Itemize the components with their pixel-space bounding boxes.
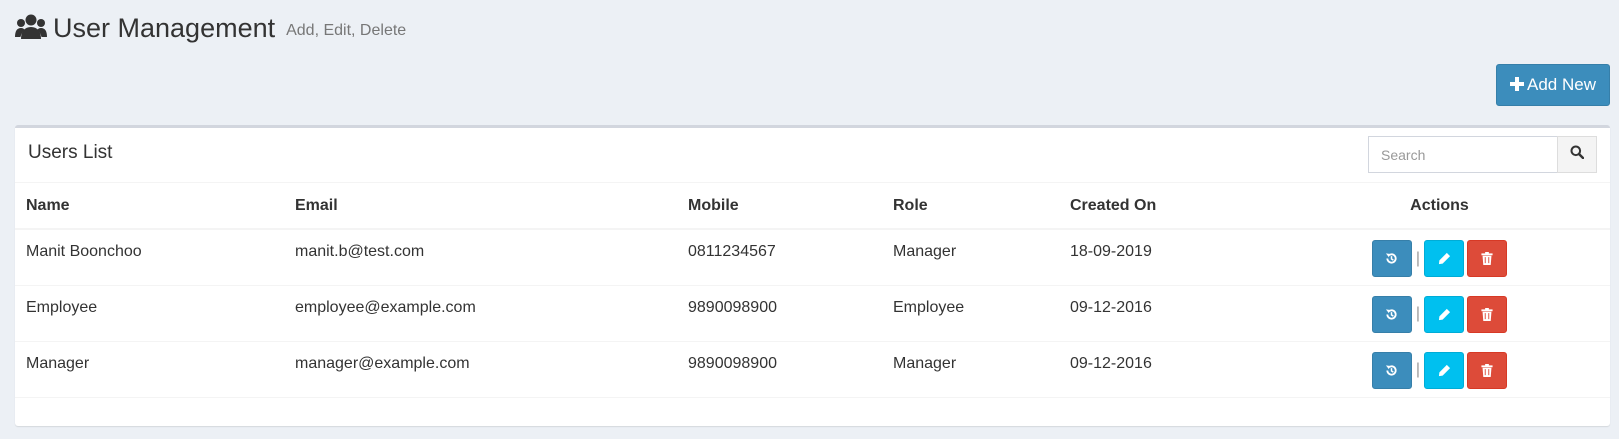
search-input[interactable] [1368,136,1557,173]
delete-button[interactable] [1467,351,1508,389]
cell-created-on: 09-12-2016 [1059,285,1269,342]
search-button[interactable] [1557,136,1597,173]
page-title: User Management [53,12,276,43]
action-separator: | [1415,249,1421,267]
reset-password-button[interactable] [1371,351,1412,389]
users-list-box: Users List Name Email Mobile Role Create… [15,125,1610,426]
cell-actions: | [1269,229,1610,286]
history-icon [1386,308,1398,320]
users-icon [15,12,47,44]
cell-role: Manager [882,341,1059,398]
trash-icon [1481,363,1493,377]
column-header-name: Name [15,183,284,230]
delete-button[interactable] [1467,240,1508,277]
search-icon [1570,145,1585,164]
table-row: Manit Boonchoo manit.b@test.com 08112345… [15,229,1610,286]
edit-button[interactable] [1424,295,1465,333]
add-new-label: Add New [1527,75,1596,94]
cell-name: Employee [15,285,284,342]
column-header-email: Email [284,183,677,230]
action-separator: | [1415,305,1421,322]
column-header-mobile: Mobile [677,183,882,230]
cell-mobile: 9890098900 [677,341,882,398]
table-row: Manager manager@example.com 9890098900 M… [15,341,1610,398]
cell-created-on: 09-12-2016 [1059,341,1269,398]
cell-actions: | [1269,285,1610,342]
box-title: Users List [28,142,113,163]
cell-email: manager@example.com [284,341,677,398]
column-header-role: Role [882,183,1059,230]
users-table: Name Email Mobile Role Created On Action… [15,183,1610,398]
column-header-actions: Actions [1269,183,1610,230]
page-subtitle: Add, Edit, Delete [286,22,407,39]
trash-icon [1481,307,1493,321]
search-group [1368,136,1597,173]
cell-mobile: 9890098900 [677,285,882,342]
reset-password-button[interactable] [1371,295,1412,333]
cell-mobile: 0811234567 [677,229,882,286]
edit-button[interactable] [1424,351,1465,389]
history-icon [1386,364,1398,376]
plus-icon [1510,75,1524,95]
action-separator: | [1415,361,1421,378]
delete-button[interactable] [1467,295,1508,333]
column-header-created-on: Created On [1059,183,1269,230]
cell-name: Manager [15,341,284,398]
cell-actions: | [1269,341,1610,398]
table-header-row: Name Email Mobile Role Created On Action… [15,183,1610,230]
cell-name: Manit Boonchoo [15,229,284,286]
edit-button[interactable] [1424,240,1465,277]
pencil-icon [1438,364,1450,376]
pencil-icon [1438,308,1450,320]
page-header: User Management Add, Edit, Delete [15,8,406,48]
reset-password-button[interactable] [1371,240,1412,277]
pencil-icon [1438,252,1450,265]
add-new-button[interactable]: Add New [1496,64,1610,106]
cell-email: manit.b@test.com [284,229,677,286]
history-icon [1386,253,1398,264]
cell-created-on: 18-09-2019 [1059,229,1269,286]
trash-icon [1481,252,1493,265]
cell-email: employee@example.com [284,285,677,342]
cell-role: Employee [882,285,1059,342]
table-row: Employee employee@example.com 9890098900… [15,285,1610,342]
cell-role: Manager [882,229,1059,286]
box-header: Users List [15,128,1610,183]
